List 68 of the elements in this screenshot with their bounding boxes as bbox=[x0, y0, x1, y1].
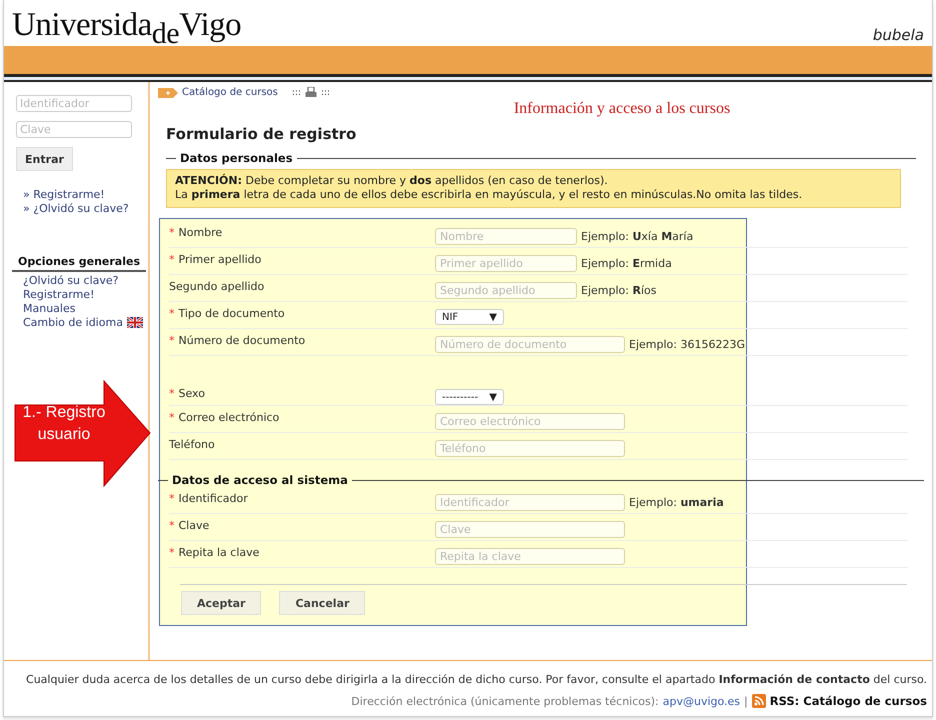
required-mark: * bbox=[169, 307, 174, 320]
section-title: Opciones generales bbox=[12, 255, 146, 272]
page-heading: Información y acceso a los cursos bbox=[512, 100, 732, 118]
university-logo: UniversidadeVigo bbox=[12, 9, 242, 46]
contact-label: Dirección electrónica (únicamente problemas técnicos): bbox=[351, 694, 659, 708]
field-label: Número de documento bbox=[178, 334, 306, 347]
example-text: Ejemplo: Ermida bbox=[581, 257, 672, 270]
dropdown[interactable]: NIF ▼ bbox=[435, 309, 504, 325]
text-input[interactable]: Identificador bbox=[435, 494, 625, 511]
rss-link[interactable]: RSS: Catálogo de cursos bbox=[770, 694, 927, 708]
field-label: Correo electrónico bbox=[178, 411, 280, 424]
sidebar-link[interactable]: » Registrarme! bbox=[23, 188, 148, 201]
section-legend: Datos de acceso al sistema bbox=[172, 473, 348, 487]
notice-text: ATENCIÓN: Debe completar su nombre y dos apellidos (en caso de tenerlos). bbox=[175, 174, 609, 188]
footer-note: Cualquier duda acerca de los detalles de un curso debe dirigirla a la dirección de dicho curso. Por favor, consulte el apartado Información de contacto del curso. bbox=[26, 673, 927, 686]
required-mark: * bbox=[169, 519, 174, 532]
field-label: Primer apellido bbox=[178, 253, 262, 266]
rss-icon[interactable] bbox=[752, 694, 766, 708]
text-input[interactable]: Número de documento bbox=[435, 336, 625, 353]
dropdown[interactable]: ---------- ▼ bbox=[435, 389, 504, 405]
text-input[interactable]: Repita la clave bbox=[435, 548, 625, 565]
required-mark: * bbox=[169, 253, 174, 266]
required-mark: * bbox=[169, 411, 174, 424]
field-label: Nombre bbox=[178, 226, 222, 239]
field-label: Clave bbox=[178, 519, 210, 532]
text-input[interactable]: Teléfono bbox=[435, 440, 625, 457]
notice-text: La primera letra de cada uno de ellos debe escribirla en mayúscula, y el resto en minúsculas.No omita las tildes. bbox=[175, 188, 804, 202]
separator-text: ::: bbox=[320, 88, 330, 98]
example-text: Ejemplo: umaria bbox=[629, 496, 724, 509]
required-mark: * bbox=[169, 546, 174, 559]
sidebar-link[interactable]: Cambio de idioma bbox=[23, 316, 123, 329]
section-legend: Datos personales bbox=[180, 151, 293, 165]
example-text: Ejemplo: Ríos bbox=[581, 284, 656, 297]
separator-text: | bbox=[744, 694, 748, 708]
required-mark: * bbox=[169, 387, 174, 400]
required-mark: * bbox=[169, 492, 174, 505]
example-text: Ejemplo: 36156223G bbox=[629, 338, 745, 351]
text-input[interactable]: Primer apellido bbox=[435, 255, 577, 272]
field-label: Sexo bbox=[178, 387, 205, 400]
app-name: bubela bbox=[872, 26, 924, 46]
separator-text: ::: bbox=[292, 88, 301, 98]
login-button[interactable]: Entrar bbox=[16, 147, 73, 171]
breadcrumb-link[interactable]: Catálogo de cursos bbox=[182, 87, 278, 98]
field-label: Segundo apellido bbox=[169, 280, 264, 293]
example-text: Ejemplo: Uxía María bbox=[581, 230, 694, 243]
sidebar-link[interactable]: Registrarme! bbox=[23, 288, 94, 301]
field-label: Identificador bbox=[178, 492, 248, 505]
email-link[interactable]: apv@uvigo.es bbox=[662, 694, 740, 708]
form-title: Formulario de registro bbox=[166, 125, 358, 143]
field-label: Repita la clave bbox=[178, 546, 260, 559]
login-input[interactable]: Identificador bbox=[16, 95, 132, 112]
sidebar-link[interactable]: ¿Olvidó su clave? bbox=[23, 274, 118, 287]
required-mark: * bbox=[169, 226, 174, 239]
callout-text: 1.- Registro usuario bbox=[22, 403, 106, 445]
tag-icon bbox=[158, 88, 178, 98]
text-input[interactable]: Nombre bbox=[435, 228, 577, 245]
text-input[interactable]: Clave bbox=[435, 521, 625, 538]
sidebar-link[interactable]: » ¿Olvidó su clave? bbox=[23, 202, 148, 215]
login-input[interactable]: Clave bbox=[16, 121, 132, 138]
printer-icon[interactable] bbox=[304, 87, 317, 98]
text-input[interactable]: Correo electrónico bbox=[435, 413, 625, 430]
text-input[interactable]: Segundo apellido bbox=[435, 282, 577, 299]
field-label: Teléfono bbox=[169, 438, 215, 451]
required-mark: * bbox=[169, 334, 174, 347]
field-label: Tipo de documento bbox=[178, 307, 285, 320]
form-button[interactable]: Aceptar bbox=[181, 591, 262, 615]
form-button[interactable]: Cancelar bbox=[279, 591, 366, 615]
sidebar-link[interactable]: Manuales bbox=[23, 302, 76, 315]
